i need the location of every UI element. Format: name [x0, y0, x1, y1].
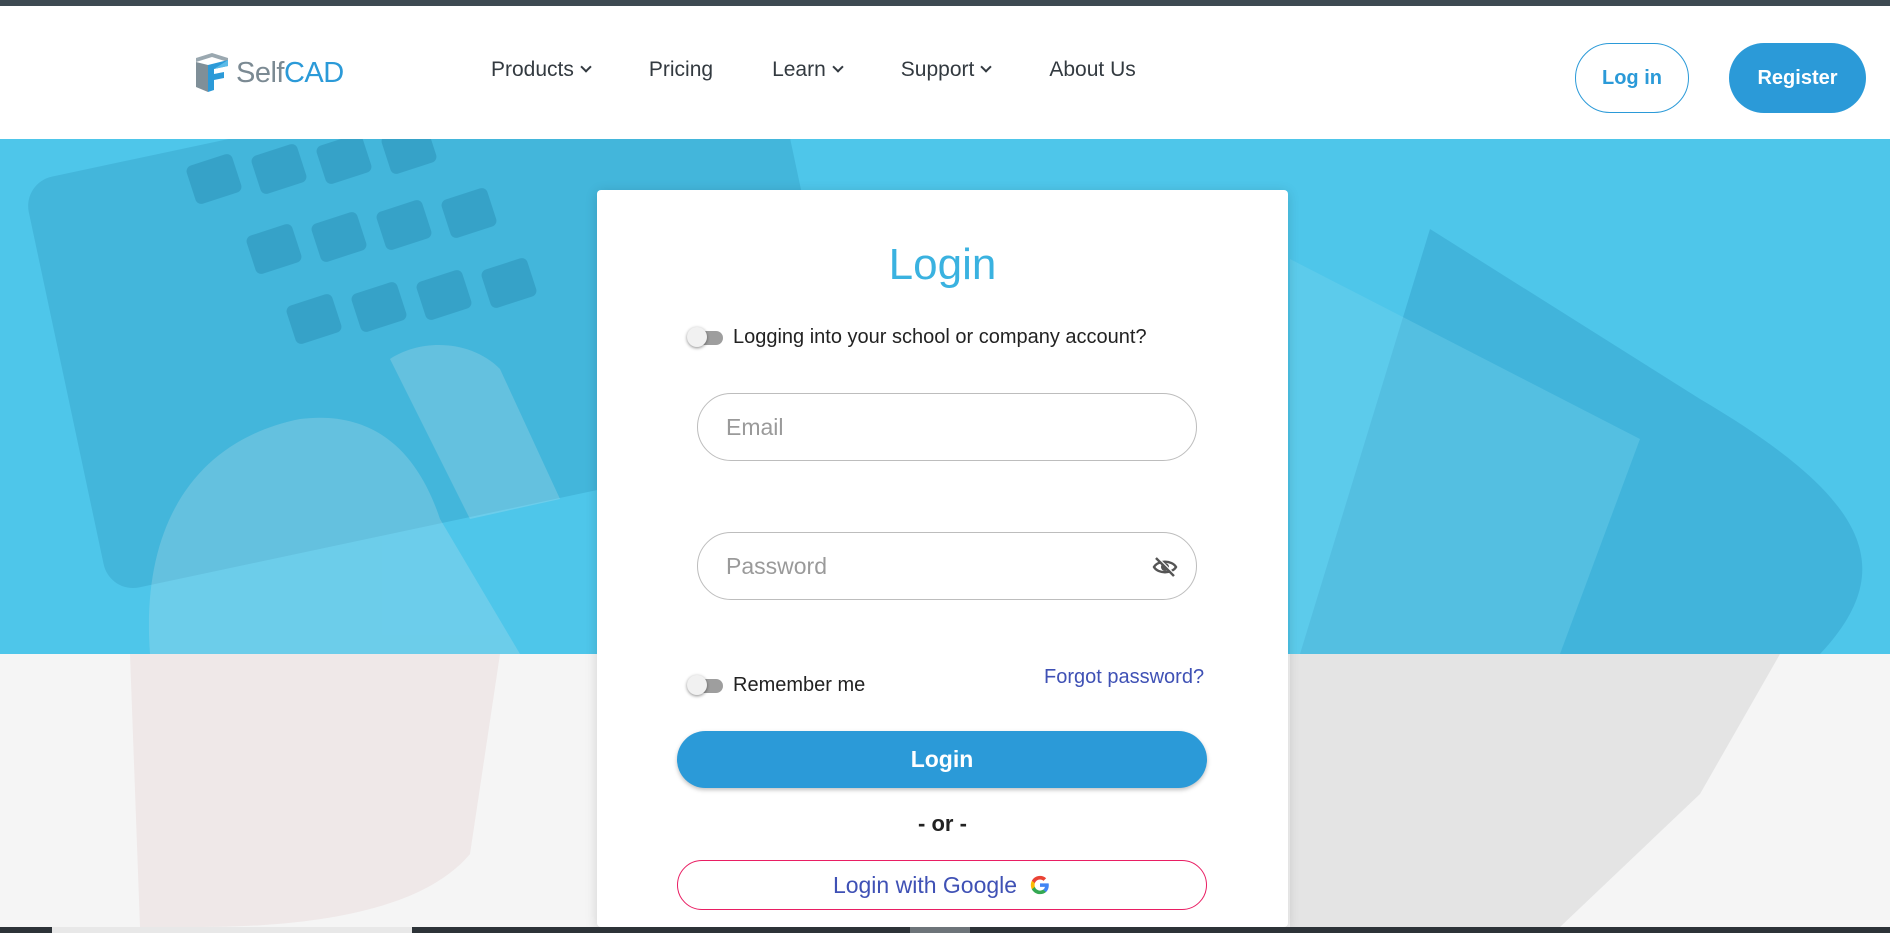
nav-item-label: Support — [900, 58, 975, 81]
nav-item-label: Products — [491, 58, 574, 81]
logo-text-self: Self — [236, 56, 284, 89]
login-submit-button[interactable]: Login — [677, 731, 1207, 788]
login-card: Login Logging into your school or compan… — [597, 190, 1288, 927]
password-field[interactable] — [697, 532, 1197, 600]
nav-item-pricing[interactable]: Pricing — [649, 58, 713, 82]
eye-off-icon[interactable] — [1152, 555, 1178, 579]
toggle-knob — [687, 675, 707, 695]
nav-item-label: About Us — [1049, 58, 1136, 81]
nav-item-label: Learn — [772, 58, 826, 81]
bottom-bar — [0, 927, 1890, 933]
logo-text-cad: CAD — [283, 56, 344, 89]
nav-item-products[interactable]: Products — [491, 58, 592, 82]
google-login-label: Login with Google — [832, 871, 1018, 898]
remember-me-label: Remember me — [733, 674, 866, 696]
selfcad-logo-icon — [196, 53, 228, 92]
remember-me-toggle[interactable] — [687, 675, 723, 695]
forgot-password-link[interactable]: Forgot password? — [1044, 666, 1204, 689]
header-login-button[interactable]: Log in — [1575, 43, 1689, 113]
toggle-knob — [687, 327, 707, 347]
password-input[interactable] — [726, 533, 1146, 599]
main-nav: Products Pricing Learn Support About Us — [491, 58, 1195, 82]
nav-item-about-us[interactable]: About Us — [1049, 58, 1135, 82]
chevron-down-icon — [832, 61, 844, 73]
chevron-down-icon — [980, 61, 993, 73]
or-divider: - or - — [918, 811, 967, 836]
bottom-bar-segment — [910, 927, 970, 933]
nav-item-label: Pricing — [648, 58, 714, 81]
header-register-button[interactable]: Register — [1729, 43, 1866, 113]
school-account-label: Logging into your school or company acco… — [733, 326, 1147, 348]
selfcad-logo[interactable]: SelfCAD — [192, 52, 344, 94]
google-icon — [1030, 875, 1049, 895]
email-input[interactable] — [726, 394, 1146, 460]
chevron-down-icon — [580, 61, 592, 73]
login-title: Login — [888, 240, 997, 289]
site-header: SelfCAD Products Pricing Learn Support A… — [0, 6, 1890, 139]
nav-item-support[interactable]: Support — [900, 58, 993, 82]
nav-item-learn[interactable]: Learn — [772, 58, 844, 82]
logo-text: SelfCAD — [236, 57, 344, 90]
bottom-bar-segment — [52, 927, 412, 933]
google-login-button[interactable]: Login with Google — [677, 860, 1207, 910]
school-account-toggle[interactable] — [687, 327, 723, 347]
email-field[interactable] — [697, 393, 1197, 461]
